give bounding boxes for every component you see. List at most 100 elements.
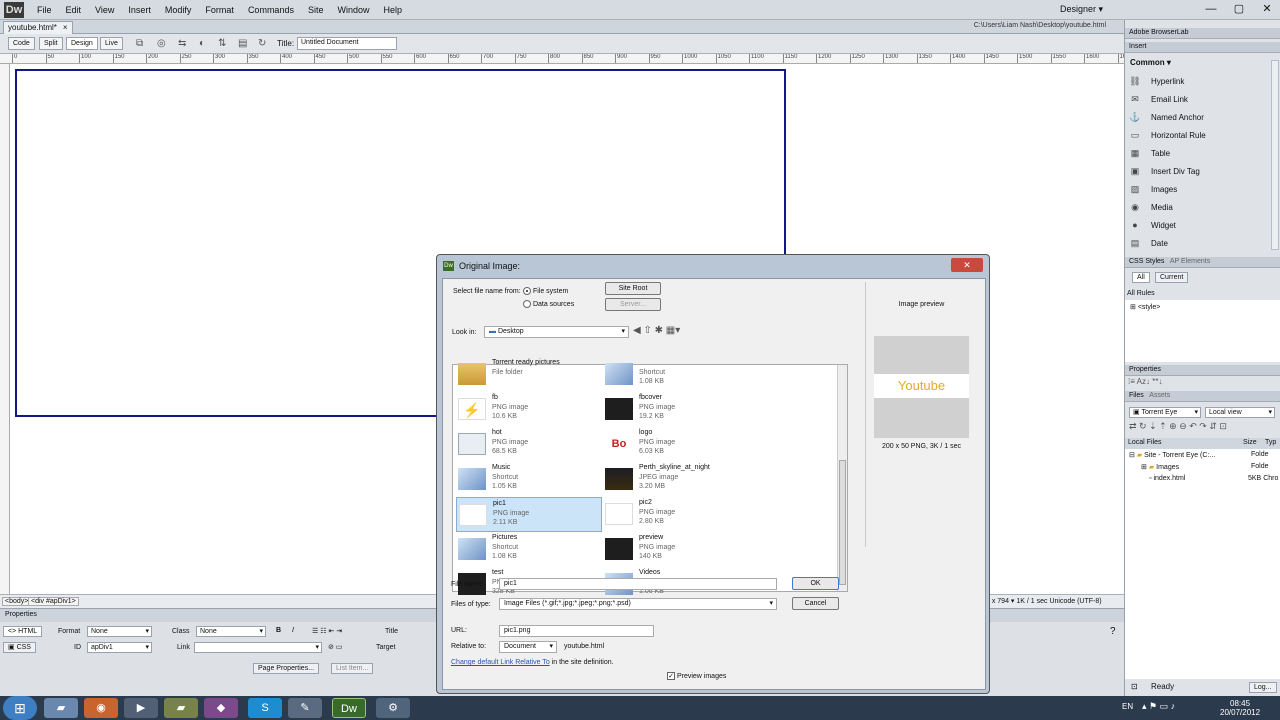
file-list-scrollbar[interactable]	[837, 365, 847, 591]
bold-button[interactable]: B	[276, 627, 281, 634]
insert-item-media[interactable]: ◉ Media	[1129, 198, 1269, 216]
taskbar-skype-icon[interactable]: S	[248, 698, 282, 718]
insert-item-insert-div-tag[interactable]: ▣ Insert Div Tag	[1129, 162, 1269, 180]
menu-commands[interactable]: Commands	[241, 0, 301, 20]
preview-images-checkbox[interactable]: ✓ Preview images	[667, 672, 726, 680]
browserlab-header[interactable]: Adobe BrowserLab	[1125, 28, 1280, 39]
file-item[interactable]: ⚡ fb PNG image 10.6 KB	[456, 392, 602, 427]
minimize-button[interactable]: —	[1202, 2, 1220, 16]
file-item[interactable]: Shortcut 1.08 KB	[603, 357, 749, 392]
insert-item-images[interactable]: ▨ Images	[1129, 180, 1269, 198]
link-input[interactable]	[194, 642, 322, 653]
log-button[interactable]: Log...	[1249, 682, 1277, 693]
file-system-radio[interactable]: File system	[523, 287, 568, 295]
files-toolbar-icons[interactable]: ⇄ ↻ ⇣ ⇡ ⊕ ⊖ ↶ ↷ ⇵ ⊡	[1129, 421, 1227, 432]
menu-file[interactable]: File	[30, 0, 59, 20]
tab-ap-elements[interactable]: AP Elements	[1170, 258, 1210, 265]
inspect-icon[interactable]: ◎	[157, 38, 169, 49]
tree-site-root[interactable]: ⊟ ▰ Site - Torrent Eye (C:...	[1129, 451, 1215, 459]
insert-tab[interactable]: Insert	[1125, 42, 1280, 53]
menu-help[interactable]: Help	[376, 0, 409, 20]
menu-site[interactable]: Site	[301, 0, 331, 20]
file-item[interactable]: pic2 PNG image 2.80 KB	[603, 497, 749, 532]
files-of-type-select[interactable]: Image Files (*.gif;*.jpg;*.jpeg;*.png;*.…	[499, 598, 777, 610]
menu-modify[interactable]: Modify	[158, 0, 199, 20]
insert-item-widget[interactable]: ● Widget	[1129, 216, 1269, 234]
data-sources-radio[interactable]: Data sources	[523, 300, 574, 308]
menu-insert[interactable]: Insert	[121, 0, 158, 20]
italic-button[interactable]: I	[292, 627, 294, 634]
list-icons[interactable]: ☰ ☷ ⇤ ⇥	[312, 627, 342, 635]
insert-item-email-link[interactable]: ✉ Email Link	[1129, 90, 1269, 108]
file-item[interactable]: preview PNG image 140 KB	[603, 532, 749, 567]
relative-to-select[interactable]: Document ▾	[499, 641, 557, 653]
id-select[interactable]: apDiv1	[87, 642, 152, 653]
css-mode-button[interactable]: ▣ CSS	[3, 642, 36, 653]
maximize-button[interactable]: ▢	[1230, 2, 1248, 16]
tab-assets[interactable]: Assets	[1149, 392, 1170, 399]
close-tab-icon[interactable]: ×	[63, 23, 68, 32]
server-button[interactable]: Server...	[605, 298, 661, 311]
style-rule[interactable]: ⊞ <style>	[1130, 303, 1160, 311]
link-tools-icon[interactable]: ⊘ ▭	[328, 643, 342, 651]
taskbar-app-icon[interactable]: ◆	[204, 698, 238, 718]
tag-apdiv[interactable]: <div #apDiv1>	[28, 597, 79, 606]
taskbar-tool-icon[interactable]: ✎	[288, 698, 322, 718]
refresh-icon[interactable]: ↻	[258, 38, 270, 49]
file-item[interactable]: Perth_skyline_at_night JPEG image 3.20 MB	[603, 462, 749, 497]
page-properties-button[interactable]: Page Properties...	[253, 663, 320, 674]
menu-view[interactable]: View	[88, 0, 121, 20]
html-mode-button[interactable]: <> HTML	[3, 626, 43, 637]
file-name-input[interactable]: pic1	[499, 578, 777, 590]
insert-item-horizontal-rule[interactable]: ▭ Horizontal Rule	[1129, 126, 1269, 144]
taskbar-explorer-icon[interactable]: ▰	[44, 698, 78, 718]
language-indicator[interactable]: EN	[1122, 702, 1133, 711]
dialog-close-button[interactable]: ✕	[951, 258, 983, 272]
file-item[interactable]: fbcover PNG image 19.2 KB	[603, 392, 749, 427]
file-item[interactable]: Music Shortcut 1.05 KB	[456, 462, 602, 497]
taskbar-dreamweaver-icon[interactable]: Dw	[332, 698, 366, 718]
multiscreen-icon[interactable]: ⇆	[178, 38, 190, 49]
class-select[interactable]: None	[196, 626, 266, 637]
taskbar-other-icon[interactable]: ⚙	[376, 698, 410, 718]
insert-item-hyperlink[interactable]: ⛓ Hyperlink	[1129, 72, 1269, 90]
live-code-icon[interactable]: ⧉	[136, 38, 148, 49]
design-view-button[interactable]: Design	[66, 37, 98, 50]
insert-item-table[interactable]: ▦ Table	[1129, 144, 1269, 162]
taskbar-folder-icon[interactable]: ▰	[164, 698, 198, 718]
tag-body[interactable]: <body>	[2, 597, 32, 606]
tab-files[interactable]: Files	[1129, 392, 1144, 399]
insert-category-select[interactable]: Common ▾	[1130, 58, 1171, 67]
css-current-button[interactable]: Current	[1155, 272, 1189, 283]
insert-scrollbar[interactable]	[1271, 60, 1279, 250]
tree-index-file[interactable]: ▫ index.html	[1149, 475, 1185, 482]
ok-button[interactable]: OK	[792, 577, 839, 590]
document-tab[interactable]: youtube.html* ×	[3, 21, 73, 34]
file-management-icon[interactable]: ⇅	[218, 38, 230, 49]
clock[interactable]: 08:45 20/07/2012	[1220, 699, 1260, 717]
cancel-button[interactable]: Cancel	[792, 597, 839, 610]
css-all-button[interactable]: All	[1132, 272, 1150, 283]
help-icon[interactable]: ?	[1110, 626, 1116, 637]
document-title-input[interactable]: Untitled Document	[297, 37, 397, 50]
visual-aids-icon[interactable]: ▤	[238, 38, 250, 49]
file-item[interactable]: Pictures Shortcut 1.08 KB	[456, 532, 602, 567]
file-item[interactable]: hot PNG image 68.5 KB	[456, 427, 602, 462]
tab-css-styles[interactable]: CSS Styles	[1129, 258, 1164, 265]
close-window-button[interactable]: ✕	[1258, 2, 1276, 16]
format-select[interactable]: None	[87, 626, 152, 637]
workspace-switcher[interactable]: Designer ▾	[1060, 4, 1103, 15]
insert-item-date[interactable]: ▤ Date	[1129, 234, 1269, 252]
menu-edit[interactable]: Edit	[59, 0, 89, 20]
look-in-select[interactable]: ▬ Desktop ▾	[484, 326, 629, 338]
taskbar-media-icon[interactable]: ▶	[124, 698, 158, 718]
tray-icons[interactable]: ▴ ⚑ ▭ ♪	[1142, 701, 1175, 712]
taskbar-firefox-icon[interactable]: ◉	[84, 698, 118, 718]
change-relative-link[interactable]: Change default Link Relative To	[451, 659, 550, 666]
code-view-button[interactable]: Code	[8, 37, 35, 50]
file-item[interactable]: Bo logo PNG image 6.03 KB	[603, 427, 749, 462]
site-root-button[interactable]: Site Root	[605, 282, 661, 295]
css-properties-icons[interactable]: ⁞≡ Az↓ **↓	[1128, 377, 1162, 386]
dialog-title-bar[interactable]: Dw Original Image:	[437, 255, 989, 277]
insert-item-named-anchor[interactable]: ⚓ Named Anchor	[1129, 108, 1269, 126]
